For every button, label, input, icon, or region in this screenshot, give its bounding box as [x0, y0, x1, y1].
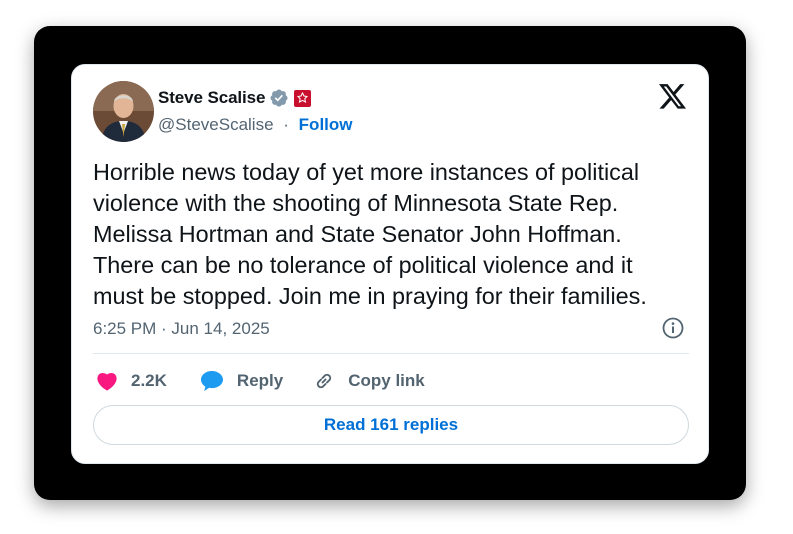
- reply-button[interactable]: Reply: [200, 370, 283, 392]
- author-handle-row: @SteveScalise · Follow: [158, 115, 353, 135]
- affiliation-badge-icon: [294, 89, 312, 107]
- copy-link-button[interactable]: Copy link: [313, 370, 425, 392]
- verified-badge-icon: [270, 89, 288, 107]
- heart-icon: [97, 372, 117, 391]
- like-count: 2.2K: [131, 371, 167, 390]
- read-replies-label: Read 161 replies: [323, 415, 459, 434]
- divider: [93, 353, 689, 354]
- x-logo-icon[interactable]: [659, 84, 687, 110]
- copy-link-label: Copy link: [348, 371, 425, 390]
- action-bar: 2.2K Reply Copy link: [93, 367, 425, 395]
- author-name-row: Steve Scalise: [158, 87, 312, 109]
- info-icon[interactable]: [662, 317, 684, 339]
- reply-label: Reply: [236, 371, 284, 390]
- author-name[interactable]: Steve Scalise: [158, 88, 265, 108]
- tweet-timestamp[interactable]: 6:25 PM · Jun 14, 2025: [93, 319, 270, 339]
- author-avatar[interactable]: [93, 81, 154, 142]
- reply-bubble-icon: [200, 371, 223, 391]
- tweet-card: Steve Scalise @SteveScalise · Follow Hor…: [71, 64, 709, 464]
- author-handle[interactable]: @SteveScalise: [158, 115, 274, 134]
- handle-separator: ·: [283, 115, 289, 134]
- tweet-text: Horrible news today of yet more instance…: [93, 159, 647, 309]
- link-icon: [317, 373, 332, 389]
- like-button[interactable]: 2.2K: [96, 371, 167, 391]
- read-replies-button[interactable]: Read 161 replies: [93, 405, 689, 445]
- follow-button[interactable]: Follow: [299, 115, 353, 134]
